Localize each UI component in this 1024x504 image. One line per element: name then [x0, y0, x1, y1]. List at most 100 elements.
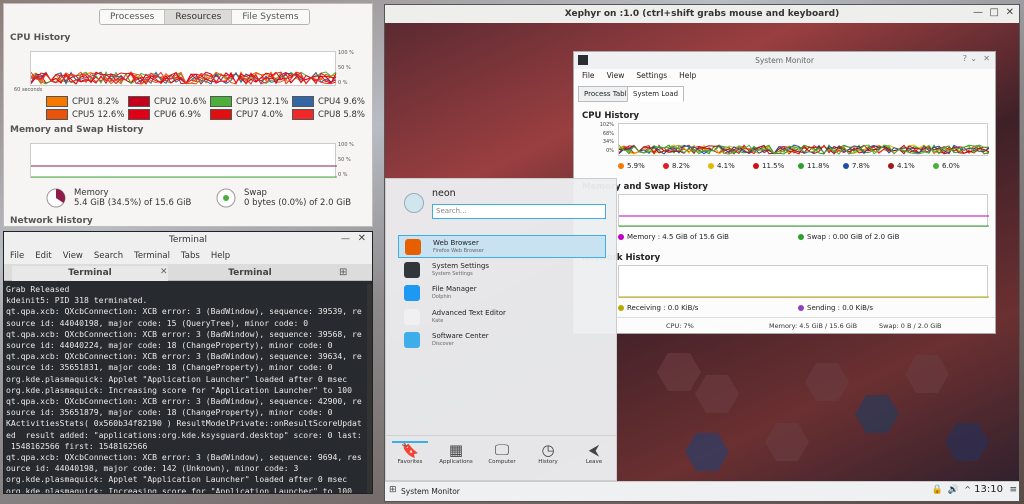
launcher-tab-history[interactable]: ◷ History: [524, 441, 572, 465]
tray-expand-icon[interactable]: ^: [964, 485, 971, 494]
panel-options-icon[interactable]: ≡: [1009, 485, 1017, 495]
menu-help[interactable]: Help: [679, 69, 696, 83]
cpu-color-swatch[interactable]: [210, 96, 232, 107]
terminal-title: Terminal: [4, 232, 372, 249]
ksm-cpu-title: CPU History: [582, 111, 640, 121]
menu-terminal[interactable]: Terminal: [134, 249, 170, 264]
launcher-tab-leave[interactable]: ⮜ Leave: [570, 441, 618, 465]
tab-resources[interactable]: Resources: [165, 10, 233, 24]
axis-100: 100 %: [338, 50, 354, 56]
close-icon[interactable]: ✕: [983, 54, 990, 63]
legend-dot: [708, 163, 714, 169]
menu-file[interactable]: File: [582, 69, 595, 83]
app-icon: [404, 308, 420, 325]
legend-item: 6.0%: [933, 162, 960, 170]
cpu-legend-item: CPU6 6.9%: [128, 109, 201, 120]
launcher-item-desc: Kate: [432, 317, 444, 324]
ksm-statusbar: CPU: 7% Memory: 4.5 GiB / 15.6 GiB Swap:…: [574, 317, 995, 334]
maximize-icon[interactable]: □: [990, 7, 999, 18]
close-icon[interactable]: ✕: [358, 233, 366, 244]
legend-item: Receiving : 0.0 KiB/s: [618, 304, 698, 312]
launcher-tab-applications[interactable]: ▦ Applications: [432, 441, 480, 465]
cpu-legend-item: CPU2 10.6%: [128, 96, 206, 107]
legend-item: Memory : 4.5 GiB of 15.6 GiB: [618, 233, 729, 241]
cpu-color-swatch[interactable]: [46, 96, 68, 107]
tab-system-load[interactable]: System Load: [627, 86, 685, 102]
xephyr-title: Xephyr on :1.0 (ctrl+shift grabs mouse a…: [385, 5, 1019, 23]
launcher-tab-icon: ⮜: [588, 441, 600, 459]
cpu-legend-label: CPU6 6.9%: [154, 109, 201, 120]
launcher-item[interactable]: Advanced Text Editor Kate: [398, 306, 606, 329]
legend-label: 5.9%: [627, 162, 645, 170]
cpu-legend-item: CPU1 8.2%: [46, 96, 119, 107]
cpu-color-swatch[interactable]: [128, 96, 150, 107]
cpu-color-swatch[interactable]: [292, 109, 314, 120]
swap-indicator: Swap 0 bytes (0.0%) of 2.0 GiB: [216, 188, 351, 208]
cpu-color-swatch[interactable]: [128, 109, 150, 120]
menu-search[interactable]: Search: [94, 249, 123, 264]
minimize-icon[interactable]: ⌄: [970, 54, 977, 63]
cpu-legend-label: CPU4 9.6%: [318, 96, 365, 107]
menu-view[interactable]: View: [63, 249, 83, 264]
cpu-legend-item: CPU7 4.0%: [210, 109, 283, 120]
axis-0: 0 %: [338, 80, 348, 86]
menu-tabs[interactable]: Tabs: [181, 249, 200, 264]
legend-item: 7.8%: [843, 162, 870, 170]
panel-clock[interactable]: 13:10: [974, 484, 1003, 495]
tab-close-icon[interactable]: ✕: [160, 267, 168, 277]
cpu-legend-label: CPU7 4.0%: [236, 109, 283, 120]
launcher-tab-computer[interactable]: 🖵 Computer: [478, 441, 526, 465]
help-icon[interactable]: ?: [963, 54, 967, 63]
legend-dot: [618, 163, 624, 169]
legend-dot: [753, 163, 759, 169]
legend-item: Swap : 0.00 GiB of 2.0 GiB: [798, 233, 899, 241]
terminal-tab-1[interactable]: Terminal: [12, 266, 168, 281]
launcher-tab-icon: ◷: [541, 441, 555, 459]
launcher-item[interactable]: Software Center Discover: [398, 329, 606, 352]
ksysguard-window: System Monitor ? ⌄ ✕ File View Settings Hel…: [573, 51, 996, 334]
menu-help[interactable]: Help: [211, 249, 230, 264]
legend-dot: [798, 234, 804, 240]
menu-file[interactable]: File: [10, 249, 24, 264]
cpu-legend-label: CPU3 12.1%: [236, 96, 289, 107]
ksm-cpu-axis: 102% 68% 34% 0%: [599, 122, 614, 154]
ksm-cpu-graph: [618, 123, 990, 156]
launcher-item[interactable]: Web Browser Firefox Web Browser: [398, 235, 606, 258]
network-history-title: Network History: [10, 216, 93, 226]
terminal-output[interactable]: Grab Released kdeinit5: PID 318 terminat…: [6, 284, 362, 493]
status-memory: Memory: 4.5 GiB / 15.6 GiB: [769, 322, 858, 330]
terminal-tab-2[interactable]: Terminal: [172, 266, 328, 281]
launcher-icon[interactable]: ⊞: [389, 485, 397, 495]
launcher-search-input[interactable]: Search...: [432, 204, 606, 219]
minimize-icon[interactable]: —: [341, 234, 350, 244]
cpu-legend-label: CPU5 12.6%: [72, 109, 125, 120]
application-launcher: neon Search... Web Browser Firefox Web Br…: [385, 178, 617, 481]
view-switcher: Processes Resources File Systems: [99, 9, 310, 25]
menu-settings[interactable]: Settings: [636, 69, 667, 83]
launcher-item[interactable]: File Manager Dolphin: [398, 282, 606, 305]
close-icon[interactable]: ✕: [1006, 7, 1014, 18]
taskbar-item-system-monitor[interactable]: System Monitor: [401, 485, 460, 499]
tab-file-systems[interactable]: File Systems: [232, 10, 309, 24]
cpu-legend-item: CPU4 9.6%: [292, 96, 365, 107]
menu-edit[interactable]: Edit: [35, 249, 51, 264]
xephyr-window: Xephyr on :1.0 (ctrl+shift grabs mouse a…: [384, 4, 1020, 502]
legend-item: 4.1%: [888, 162, 915, 170]
mem-axis-0: 0 %: [338, 172, 348, 178]
minimize-icon[interactable]: —: [973, 7, 983, 18]
launcher-item-name: System Settings: [432, 261, 490, 270]
cpu-color-swatch[interactable]: [46, 109, 68, 120]
status-cpu: CPU: 7%: [666, 322, 694, 330]
lock-icon[interactable]: 🔒: [932, 485, 943, 495]
launcher-item[interactable]: System Settings System Settings: [398, 259, 606, 282]
launcher-tab-favorites[interactable]: 🔖 Favorites: [386, 441, 434, 465]
ksm-mem-lines: [619, 215, 989, 227]
new-tab-icon[interactable]: ⊞: [339, 267, 347, 278]
volume-icon[interactable]: 🔊: [948, 485, 959, 495]
tab-processes[interactable]: Processes: [100, 10, 166, 24]
swap-value: 0 bytes (0.0%) of 2.0 GiB: [244, 198, 352, 208]
cpu-color-swatch[interactable]: [292, 96, 314, 107]
cpu-color-swatch[interactable]: [210, 109, 232, 120]
menu-view[interactable]: View: [607, 69, 625, 83]
terminal-scrollbar[interactable]: [367, 284, 372, 493]
